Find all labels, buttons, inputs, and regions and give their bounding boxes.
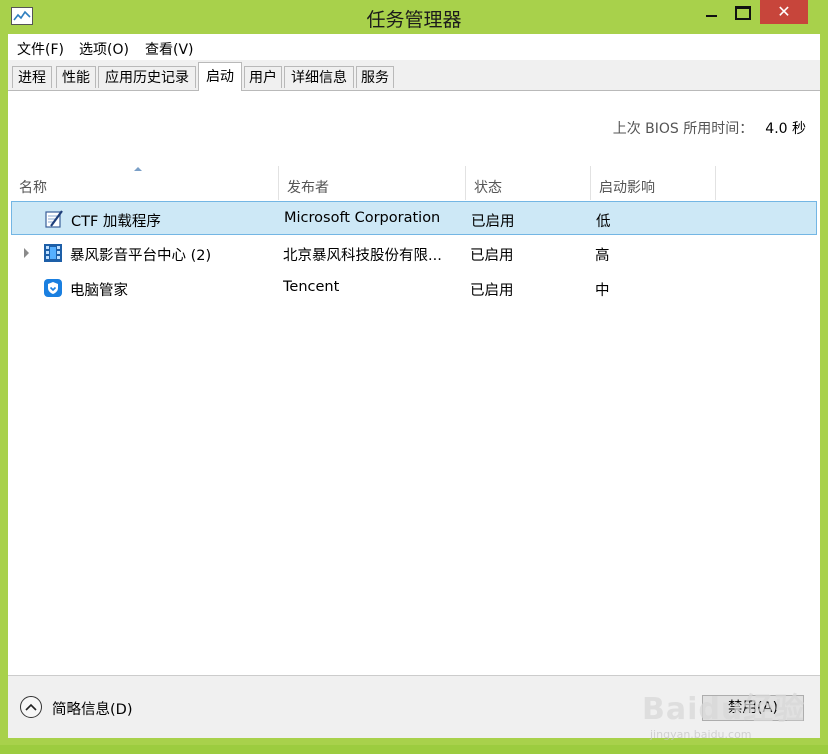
table-header: 名称 发布者 状态 启动影响	[8, 166, 820, 200]
row-name: 暴风影音平台中心 (2)	[70, 248, 212, 264]
client-area: 文件(F) 选项(O) 查看(V) 进程 性能 应用历史记录 启动 用户 详细信…	[8, 34, 820, 741]
row-status: 已启用	[470, 283, 514, 299]
row-status: 已启用	[470, 248, 514, 264]
column-publisher-label: 发布者	[287, 180, 329, 196]
chevron-up-icon	[25, 703, 37, 711]
minimize-button[interactable]	[694, 0, 728, 24]
row-publisher: Microsoft Corporation	[284, 210, 441, 226]
row-impact: 低	[596, 214, 611, 230]
column-status-label: 状态	[474, 180, 502, 196]
tab-users[interactable]: 用户	[244, 66, 282, 88]
pc-manager-shield-icon	[43, 278, 63, 298]
row-publisher: 北京暴风科技股份有限...	[283, 248, 442, 264]
bios-time-label: 上次 BIOS 所用时间：	[612, 121, 754, 137]
maximize-button[interactable]	[726, 0, 760, 24]
bios-time: 上次 BIOS 所用时间： 4.0 秒	[613, 118, 806, 138]
column-name[interactable]: 名称	[11, 166, 279, 200]
close-button[interactable]: ✕	[760, 0, 808, 24]
tab-bar: 进程 性能 应用历史记录 启动 用户 详细信息 服务	[8, 60, 820, 91]
tab-app-history[interactable]: 应用历史记录	[98, 66, 196, 88]
task-manager-window: 任务管理器 ✕ 文件(F) 选项(O) 查看(V) 进程 性能 应用历史记录 启…	[0, 0, 828, 745]
row-impact: 中	[595, 283, 610, 299]
disable-button[interactable]: 禁用(A)	[702, 695, 804, 721]
title-bar[interactable]: 任务管理器 ✕	[0, 0, 828, 34]
column-impact[interactable]: 启动影响	[591, 166, 716, 200]
row-publisher: Tencent	[283, 279, 340, 295]
fewer-details-label[interactable]: 简略信息(D)	[52, 698, 132, 719]
close-icon: ✕	[777, 2, 791, 21]
table-row[interactable]: 电脑管家 Tencent 已启用 中	[11, 271, 817, 305]
column-status[interactable]: 状态	[466, 166, 591, 200]
table-row[interactable]: 暴风影音平台中心 (2) 北京暴风科技股份有限... 已启用 高	[11, 236, 817, 270]
column-name-label: 名称	[19, 180, 47, 196]
row-status: 已启用	[471, 214, 515, 230]
ctf-loader-icon	[44, 209, 64, 229]
expand-arrow-icon[interactable]	[24, 248, 29, 258]
tab-startup[interactable]: 启动	[198, 62, 242, 91]
minimize-icon	[705, 15, 717, 17]
baofeng-icon	[43, 243, 63, 263]
fewer-details-button[interactable]	[20, 696, 42, 718]
table-row[interactable]: CTF 加载程序 Microsoft Corporation 已启用 低	[11, 201, 817, 235]
bios-time-value: 4.0 秒	[765, 121, 806, 137]
column-publisher[interactable]: 发布者	[279, 166, 466, 200]
menu-file[interactable]: 文件(F)	[17, 39, 64, 59]
row-impact: 高	[595, 248, 610, 264]
column-impact-label: 启动影响	[599, 180, 655, 196]
row-name: 电脑管家	[70, 283, 128, 299]
tab-services[interactable]: 服务	[356, 66, 394, 88]
tab-performance[interactable]: 性能	[56, 66, 96, 88]
tab-processes[interactable]: 进程	[12, 66, 52, 88]
menu-view[interactable]: 查看(V)	[145, 39, 194, 59]
menu-bar: 文件(F) 选项(O) 查看(V)	[8, 34, 820, 60]
row-name: CTF 加载程序	[71, 214, 161, 230]
menu-options[interactable]: 选项(O)	[79, 39, 129, 59]
footer-bar: 简略信息(D) 禁用(A)	[8, 675, 820, 738]
maximize-icon	[735, 6, 751, 20]
tab-details[interactable]: 详细信息	[284, 66, 354, 88]
